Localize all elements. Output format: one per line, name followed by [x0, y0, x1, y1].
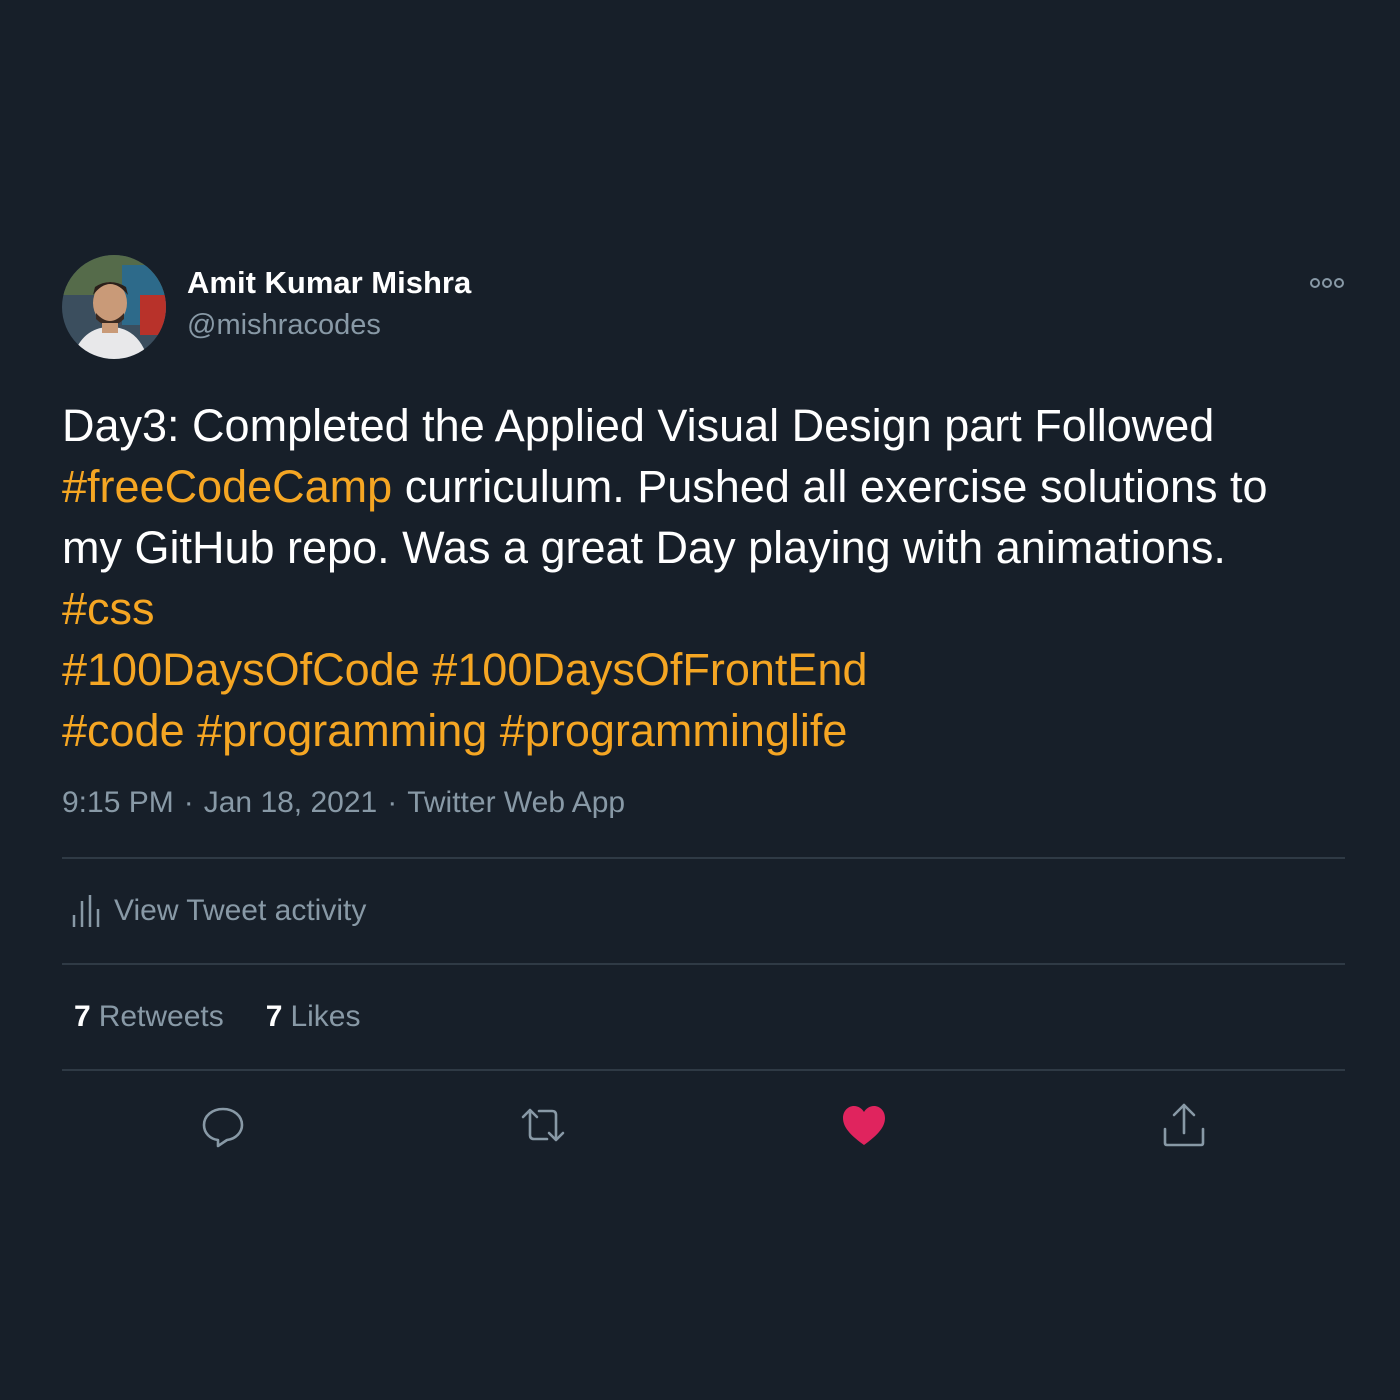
tweet-text: Day3: Completed the Applied Visual Desig… [62, 395, 1345, 761]
view-tweet-activity-link[interactable]: View Tweet activity [62, 859, 1345, 963]
likes-stat[interactable]: 7 Likes [266, 1000, 361, 1034]
meta-separator: · [387, 786, 398, 819]
tweet-date[interactable]: Jan 18, 2021 [204, 786, 377, 819]
tweet-meta: 9:15 PM · Jan 18, 2021 · Twitter Web App [62, 783, 1345, 823]
tweet-text-line: my GitHub repo. Was a great Day playing … [62, 517, 1345, 578]
avatar[interactable] [62, 255, 166, 359]
more-options-icon[interactable] [1309, 273, 1345, 293]
tweet-text-segment [420, 644, 433, 695]
tweet-stats: 7 Retweets 7 Likes [62, 965, 1345, 1069]
tweet-text-segment [185, 705, 198, 756]
retweets-label: Retweets [98, 1000, 224, 1033]
tweet-text-line: #100DaysOfCode #100DaysOfFrontEnd [62, 639, 1345, 700]
reply-icon [202, 1107, 244, 1148]
share-button[interactable] [1160, 1101, 1208, 1149]
tweet-text-segment: Day3: Completed the Applied Visual Desig… [62, 400, 1215, 451]
heart-icon [843, 1106, 885, 1145]
hashtag-link[interactable]: #freeCodeCamp [62, 461, 392, 512]
hashtag-link[interactable]: #100DaysOfFrontEnd [432, 644, 867, 695]
retweets-count: 7 [74, 1000, 91, 1033]
reply-button[interactable] [199, 1101, 247, 1149]
tweet-time[interactable]: 9:15 PM [62, 786, 174, 819]
author-names: Amit Kumar Mishra @mishracodes [187, 263, 471, 345]
tweet-actions [62, 1071, 1345, 1181]
hashtag-link[interactable]: #css [62, 583, 155, 634]
tweet-source[interactable]: Twitter Web App [407, 786, 625, 819]
share-icon [1163, 1103, 1205, 1147]
likes-label: Likes [290, 1000, 361, 1033]
hashtag-link[interactable]: #100DaysOfCode [62, 644, 420, 695]
likes-count: 7 [265, 1000, 283, 1033]
retweet-button[interactable] [519, 1101, 567, 1149]
view-tweet-activity-label: View Tweet activity [114, 894, 367, 927]
author-handle[interactable]: @mishracodes [187, 305, 471, 345]
retweet-icon [521, 1108, 565, 1142]
bar-chart-icon [72, 895, 100, 927]
tweet-text-segment: my GitHub repo. Was a great Day playing … [62, 522, 1226, 573]
hashtag-link[interactable]: #code [62, 705, 185, 756]
hashtag-link[interactable]: #programming [197, 705, 487, 756]
tweet-text-line: Day3: Completed the Applied Visual Desig… [62, 395, 1345, 456]
author-display-name[interactable]: Amit Kumar Mishra [187, 263, 471, 303]
tweet-text-segment: curriculum. Pushed all exercise solution… [392, 461, 1268, 512]
meta-separator: · [183, 786, 194, 819]
like-button[interactable] [840, 1101, 888, 1149]
tweet-text-line: #css [62, 578, 1345, 639]
tweet-header: Amit Kumar Mishra @mishracodes [62, 255, 1345, 359]
tweet-card: Amit Kumar Mishra @mishracodes Day3: Com… [62, 255, 1345, 1181]
tweet-text-line: #code #programming #programminglife [62, 700, 1345, 761]
tweet-text-segment [487, 705, 500, 756]
tweet-text-line: #freeCodeCamp curriculum. Pushed all exe… [62, 456, 1345, 517]
retweets-stat[interactable]: 7 Retweets [74, 1000, 224, 1034]
hashtag-link[interactable]: #programminglife [500, 705, 848, 756]
